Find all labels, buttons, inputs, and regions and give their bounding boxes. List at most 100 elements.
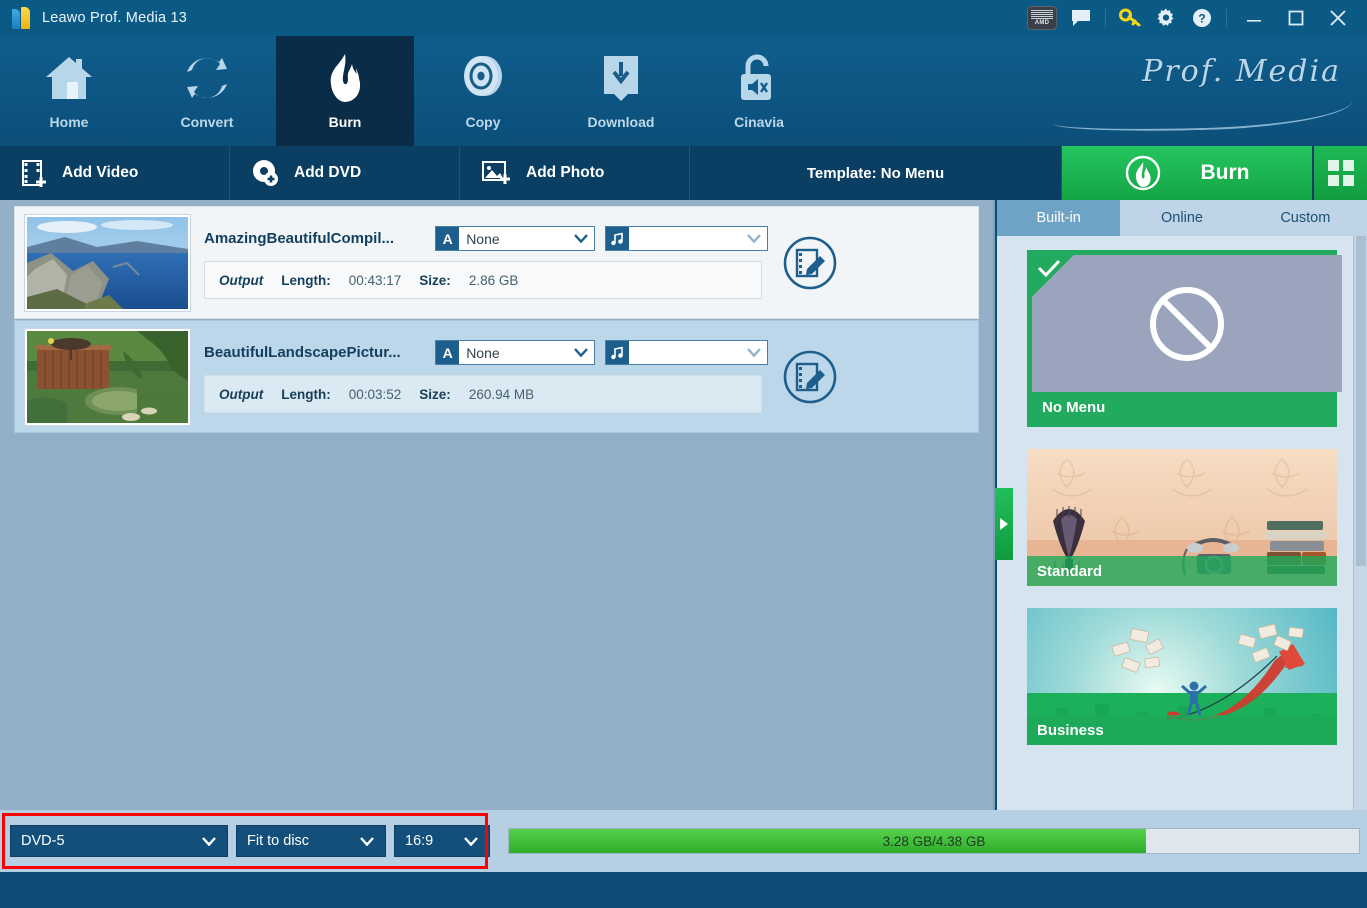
title-bar-controls: AMD — [1027, 0, 1367, 36]
application-window: Leawo Prof. Media 13 AMD — [0, 0, 1367, 908]
close-icon[interactable] — [1317, 0, 1359, 36]
grid-view-icon[interactable] — [1312, 146, 1367, 200]
subtitle-icon: A — [436, 227, 459, 250]
file-name: BeautifulLandscapePictur... — [204, 344, 425, 361]
disc-type-dropdown[interactable]: DVD-5 — [10, 825, 228, 857]
edit-video-icon[interactable] — [782, 349, 838, 405]
template-label: No Menu — [1032, 392, 1332, 422]
tab-custom-label: Custom — [1280, 210, 1330, 226]
nav-item-burn[interactable]: Burn — [276, 36, 414, 146]
key-icon[interactable] — [1112, 0, 1148, 36]
file-output-row: Output Length: 00:43:17 Size: 2.86 GB — [204, 261, 762, 299]
audio-dropdown[interactable] — [605, 226, 768, 251]
brand-swoosh — [1053, 100, 1354, 134]
length-label: Length: — [281, 273, 331, 288]
template-panel-scrollbar[interactable] — [1353, 236, 1367, 810]
file-output-row: Output Length: 00:03:52 Size: 260.94 MB — [204, 375, 762, 413]
add-dvd-icon — [252, 159, 280, 187]
divider — [1105, 9, 1106, 27]
video-thumbnail — [25, 215, 190, 311]
nav-item-cinavia[interactable]: Cinavia — [690, 36, 828, 146]
file-info: BeautifulLandscapePictur... A None — [204, 340, 768, 413]
collapse-panel-arrow-icon[interactable] — [995, 488, 1013, 560]
size-label: Size: — [419, 273, 451, 288]
size-label: Size: — [419, 387, 451, 402]
size-value: 260.94 MB — [469, 387, 534, 402]
fit-mode-dropdown[interactable]: Fit to disc — [236, 825, 386, 857]
subtitle-value: None — [459, 345, 567, 361]
length-value: 00:43:17 — [349, 273, 402, 288]
nav-item-copy[interactable]: Copy — [414, 36, 552, 146]
minimize-icon[interactable] — [1233, 0, 1275, 36]
title-bar: Leawo Prof. Media 13 AMD — [0, 0, 1367, 36]
subtitle-dropdown[interactable]: A None — [435, 226, 594, 251]
aspect-ratio-dropdown[interactable]: 16:9 — [394, 825, 490, 857]
table-row[interactable]: BeautifulLandscapePictur... A None — [14, 320, 979, 433]
scrollbar-thumb[interactable] — [1356, 236, 1366, 566]
chevron-down-icon — [459, 837, 483, 846]
add-photo-icon — [482, 159, 512, 187]
add-video-icon — [22, 159, 48, 187]
leawo-logo-icon — [12, 7, 32, 29]
help-circle-icon[interactable]: ? — [1184, 0, 1220, 36]
burn-button[interactable]: Burn — [1062, 146, 1312, 200]
tab-online[interactable]: Online — [1120, 200, 1243, 236]
template-card-no-menu[interactable]: No Menu — [1027, 250, 1337, 427]
window-footer — [0, 872, 1367, 908]
template-card-standard[interactable]: Standard — [1027, 449, 1337, 586]
template-selector-button[interactable]: Template: No Menu — [690, 146, 1062, 200]
chevron-down-icon — [568, 234, 594, 243]
burn-button-label: Burn — [1201, 161, 1250, 185]
nav-item-home-label: Home — [50, 114, 89, 130]
check-icon — [1032, 255, 1074, 297]
action-toolbar: Add Video Add DVD Add Photo Template: No… — [0, 146, 1367, 200]
disc-type-value: DVD-5 — [21, 833, 197, 849]
tab-built-in[interactable]: Built-in — [997, 200, 1120, 236]
tab-built-in-label: Built-in — [1037, 210, 1081, 226]
file-header-row: BeautifulLandscapePictur... A None — [204, 340, 768, 365]
file-name: AmazingBeautifulCompil... — [204, 230, 425, 247]
window-title: Leawo Prof. Media 13 — [42, 10, 187, 26]
add-video-label: Add Video — [62, 164, 138, 182]
nav-item-copy-label: Copy — [466, 114, 501, 130]
divider — [1226, 9, 1227, 27]
nav-item-cinavia-label: Cinavia — [734, 114, 784, 130]
length-label: Length: — [281, 387, 331, 402]
gear-icon[interactable] — [1148, 0, 1184, 36]
subtitle-dropdown[interactable]: A None — [435, 340, 594, 365]
add-dvd-button[interactable]: Add DVD — [230, 146, 460, 200]
audio-dropdown[interactable] — [605, 340, 768, 365]
nav-item-convert[interactable]: Convert — [138, 36, 276, 146]
tab-custom[interactable]: Custom — [1244, 200, 1367, 236]
nav-item-burn-label: Burn — [329, 114, 362, 130]
template-label: Standard — [1027, 556, 1337, 586]
nav-item-download[interactable]: Download — [552, 36, 690, 146]
nav-item-convert-label: Convert — [181, 114, 234, 130]
chevron-down-icon — [355, 837, 379, 846]
table-row[interactable]: AmazingBeautifulCompil... A None — [14, 206, 979, 319]
burn-flame-icon — [1125, 155, 1161, 191]
chevron-down-icon — [741, 234, 767, 243]
module-navigation: Home Convert Burn Copy — [0, 36, 1367, 146]
bottom-settings-bar: DVD-5 Fit to disc 16:9 3.28 GB/4.38 GB — [0, 810, 1367, 872]
chat-bubble-icon[interactable] — [1063, 0, 1099, 36]
template-card-business[interactable]: Business — [1027, 608, 1337, 745]
amd-badge-icon[interactable]: AMD — [1027, 6, 1057, 30]
maximize-icon[interactable] — [1275, 0, 1317, 36]
nav-item-home[interactable]: Home — [0, 36, 138, 146]
template-preview: Business — [1027, 608, 1337, 745]
amd-badge-label: AMD — [1035, 20, 1050, 26]
add-video-button[interactable]: Add Video — [0, 146, 230, 200]
size-value: 2.86 GB — [469, 273, 519, 288]
edit-video-icon[interactable] — [782, 235, 838, 291]
length-value: 00:03:52 — [349, 387, 402, 402]
add-photo-button[interactable]: Add Photo — [460, 146, 690, 200]
template-preview — [1032, 255, 1342, 392]
file-header-row: AmazingBeautifulCompil... A None — [204, 226, 768, 251]
output-label: Output — [219, 273, 263, 288]
brand-logo: Prof. Media — [1047, 36, 1367, 146]
file-list-area: AmazingBeautifulCompil... A None — [0, 200, 995, 810]
chevron-down-icon — [197, 837, 221, 846]
output-label: Output — [219, 387, 263, 402]
disc-capacity-progress: 3.28 GB/4.38 GB — [508, 828, 1360, 854]
